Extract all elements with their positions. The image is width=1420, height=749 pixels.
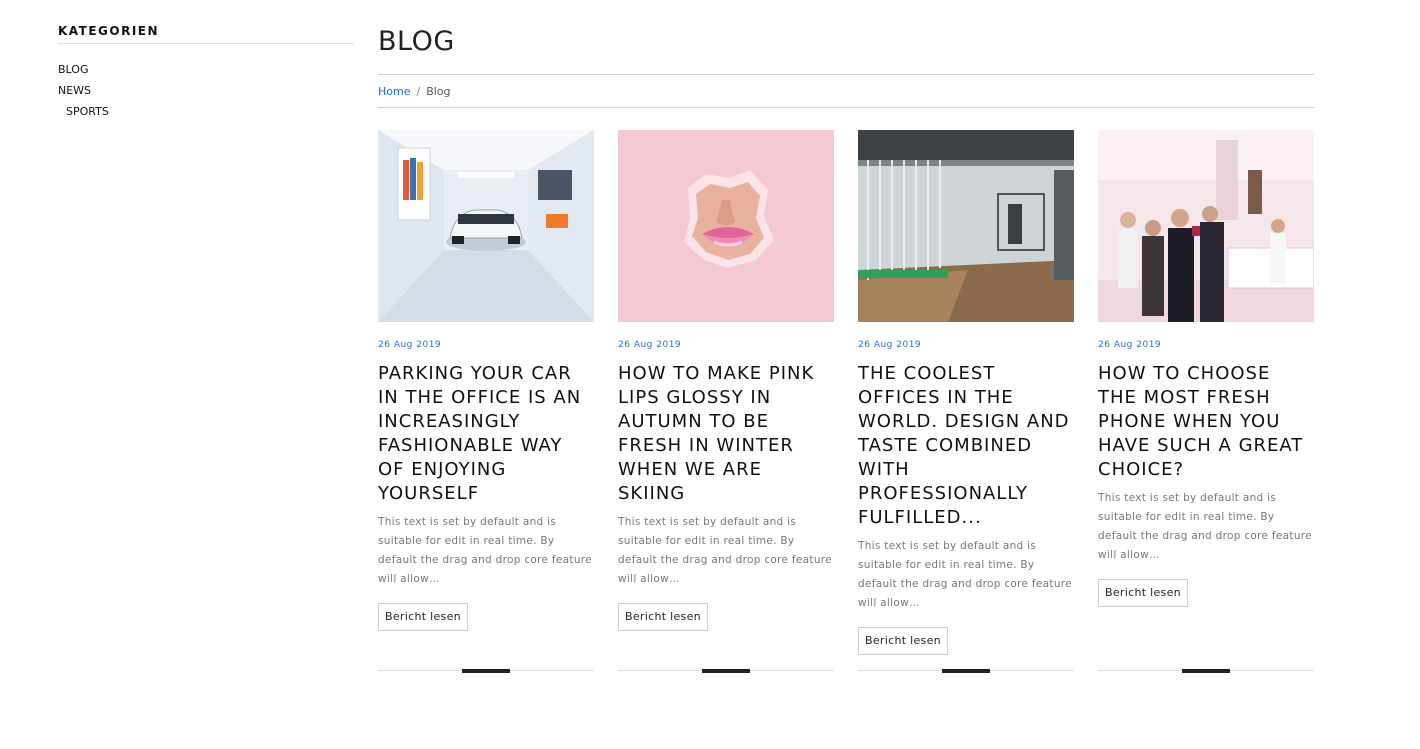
card-divider-accent [462, 669, 510, 673]
card-divider-accent [702, 669, 750, 673]
category-sports-link[interactable]: SPORTS [58, 101, 354, 122]
category-list: BLOG NEWS SPORTS [58, 59, 354, 122]
post-title[interactable]: THE COOLEST OFFICES IN THE WORLD. DESIGN… [858, 362, 1074, 530]
post-card: 26 Aug 2019 THE COOLEST OFFICES IN THE W… [858, 130, 1074, 675]
post-excerpt: This text is set by default and is suita… [1098, 492, 1312, 561]
sidebar-title: KATEGORIEN [58, 24, 354, 44]
category-blog-link[interactable]: BLOG [58, 59, 354, 80]
post-date: 26 Aug 2019 [858, 340, 922, 350]
post-date: 26 Aug 2019 [378, 340, 442, 350]
read-more-button[interactable]: Bericht lesen [1098, 579, 1188, 607]
breadcrumb-current: Blog [426, 84, 451, 98]
sidebar: KATEGORIEN BLOG NEWS SPORTS [58, 24, 354, 122]
post-title[interactable]: HOW TO MAKE PINK LIPS GLOSSY IN AUTUMN T… [618, 362, 834, 506]
card-divider-accent [942, 669, 990, 673]
blog-page: KATEGORIEN BLOG NEWS SPORTS BLOG Home / … [0, 0, 1420, 749]
post-excerpt: This text is set by default and is suita… [378, 516, 592, 585]
category-news-link[interactable]: NEWS [58, 80, 354, 101]
phone-store-image[interactable] [1098, 130, 1314, 322]
post-date: 26 Aug 2019 [618, 340, 682, 350]
read-more-button[interactable]: Bericht lesen [858, 627, 948, 655]
read-more-button[interactable]: Bericht lesen [378, 603, 468, 631]
post-excerpt: This text is set by default and is suita… [858, 540, 1072, 609]
main-content: BLOG Home / Blog 26 Aug 2019 PARKING YOU… [378, 24, 1314, 675]
post-title[interactable]: PARKING YOUR CAR IN THE OFFICE IS AN INC… [378, 362, 594, 506]
breadcrumb: Home / Blog [378, 75, 1314, 108]
car-showroom-image[interactable] [378, 130, 594, 322]
post-grid: 26 Aug 2019 PARKING YOUR CAR IN THE OFFI… [378, 130, 1314, 675]
office-interior-image[interactable] [858, 130, 1074, 322]
breadcrumb-home-link[interactable]: Home [378, 85, 410, 98]
post-card: 26 Aug 2019 HOW TO MAKE PINK LIPS GLOSSY… [618, 130, 834, 675]
post-date: 26 Aug 2019 [1098, 340, 1162, 350]
breadcrumb-separator: / [416, 84, 421, 98]
post-excerpt: This text is set by default and is suita… [618, 516, 832, 585]
post-card: 26 Aug 2019 HOW TO CHOOSE THE MOST FRESH… [1098, 130, 1314, 675]
page-title: BLOG [378, 24, 1314, 75]
post-title[interactable]: HOW TO CHOOSE THE MOST FRESH PHONE WHEN … [1098, 362, 1314, 482]
card-divider-accent [1182, 669, 1230, 673]
pink-lips-image[interactable] [618, 130, 834, 322]
post-card: 26 Aug 2019 PARKING YOUR CAR IN THE OFFI… [378, 130, 594, 675]
read-more-button[interactable]: Bericht lesen [618, 603, 708, 631]
